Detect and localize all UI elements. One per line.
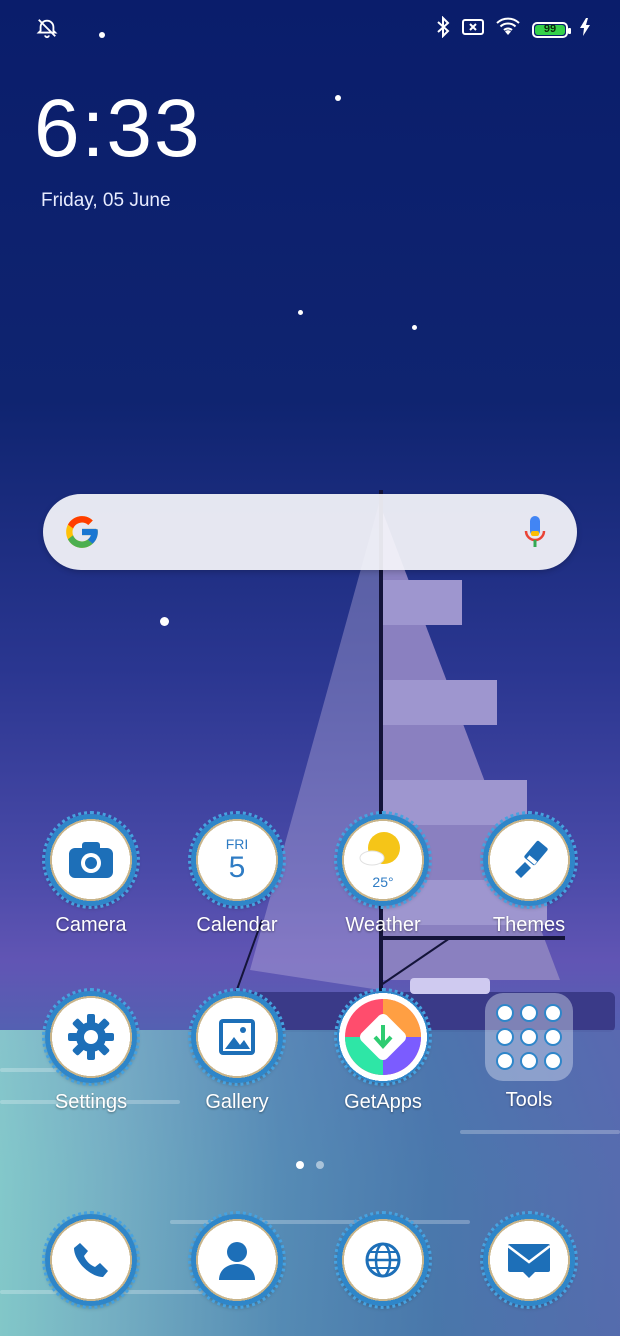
app-camera[interactable]: Camera xyxy=(18,811,164,937)
wifi-icon xyxy=(496,17,520,42)
clock-date[interactable]: Friday, 05 June xyxy=(41,190,171,212)
dock-browser[interactable] xyxy=(310,1211,456,1309)
dock-mail[interactable] xyxy=(456,1211,602,1309)
google-logo-icon xyxy=(66,516,98,548)
page-indicator xyxy=(0,1161,620,1169)
page-dot-active xyxy=(296,1161,304,1169)
clock-time[interactable]: 6:33 xyxy=(34,88,202,170)
star xyxy=(298,310,303,315)
app-weather[interactable]: 25° Weather xyxy=(310,811,456,937)
app-calendar[interactable]: FRI 5 Calendar xyxy=(164,811,310,937)
weather-temperature: 25° xyxy=(372,874,394,890)
app-label: Weather xyxy=(345,914,421,936)
gear-icon xyxy=(42,988,140,1086)
star xyxy=(160,617,169,626)
alarm-off-icon xyxy=(36,17,58,44)
app-gallery[interactable]: Gallery xyxy=(164,988,310,1114)
camera-icon xyxy=(42,811,140,909)
star xyxy=(335,95,341,101)
calendar-day-number: 5 xyxy=(228,851,246,884)
app-settings[interactable]: Settings xyxy=(18,988,164,1114)
page-dot xyxy=(316,1161,324,1169)
battery-icon: 99 xyxy=(532,21,571,38)
gallery-icon xyxy=(188,988,286,1086)
contacts-icon xyxy=(188,1211,286,1309)
app-themes[interactable]: Themes xyxy=(456,811,602,937)
app-label: Calendar xyxy=(196,914,278,936)
calendar-icon: FRI 5 xyxy=(188,811,286,909)
browser-icon xyxy=(334,1211,432,1309)
app-label: GetApps xyxy=(344,1091,422,1113)
battery-percent: 99 xyxy=(543,22,557,35)
getapps-icon xyxy=(334,988,432,1086)
weather-icon: 25° xyxy=(334,811,432,909)
charging-icon xyxy=(580,18,590,41)
app-label: Camera xyxy=(55,914,127,936)
google-search-bar[interactable] xyxy=(43,494,577,570)
star xyxy=(412,325,417,330)
calendar-day-name: FRI xyxy=(225,836,249,852)
app-label: Settings xyxy=(54,1091,128,1113)
app-getapps[interactable]: GetApps xyxy=(310,988,456,1114)
dock-phone[interactable] xyxy=(18,1211,164,1309)
microphone-icon[interactable] xyxy=(523,514,547,550)
app-label: Gallery xyxy=(205,1091,269,1113)
mail-icon xyxy=(480,1211,578,1309)
status-bar: 99 xyxy=(0,0,620,56)
sim-none-icon xyxy=(462,18,484,41)
phone-icon xyxy=(42,1211,140,1309)
paintbrush-icon xyxy=(480,811,578,909)
folder-icon xyxy=(485,993,573,1081)
app-tools-folder[interactable]: Tools xyxy=(456,991,602,1112)
dock-contacts[interactable] xyxy=(164,1211,310,1309)
bluetooth-icon xyxy=(436,15,450,43)
app-label: Themes xyxy=(492,914,566,936)
app-label: Tools xyxy=(505,1089,553,1111)
